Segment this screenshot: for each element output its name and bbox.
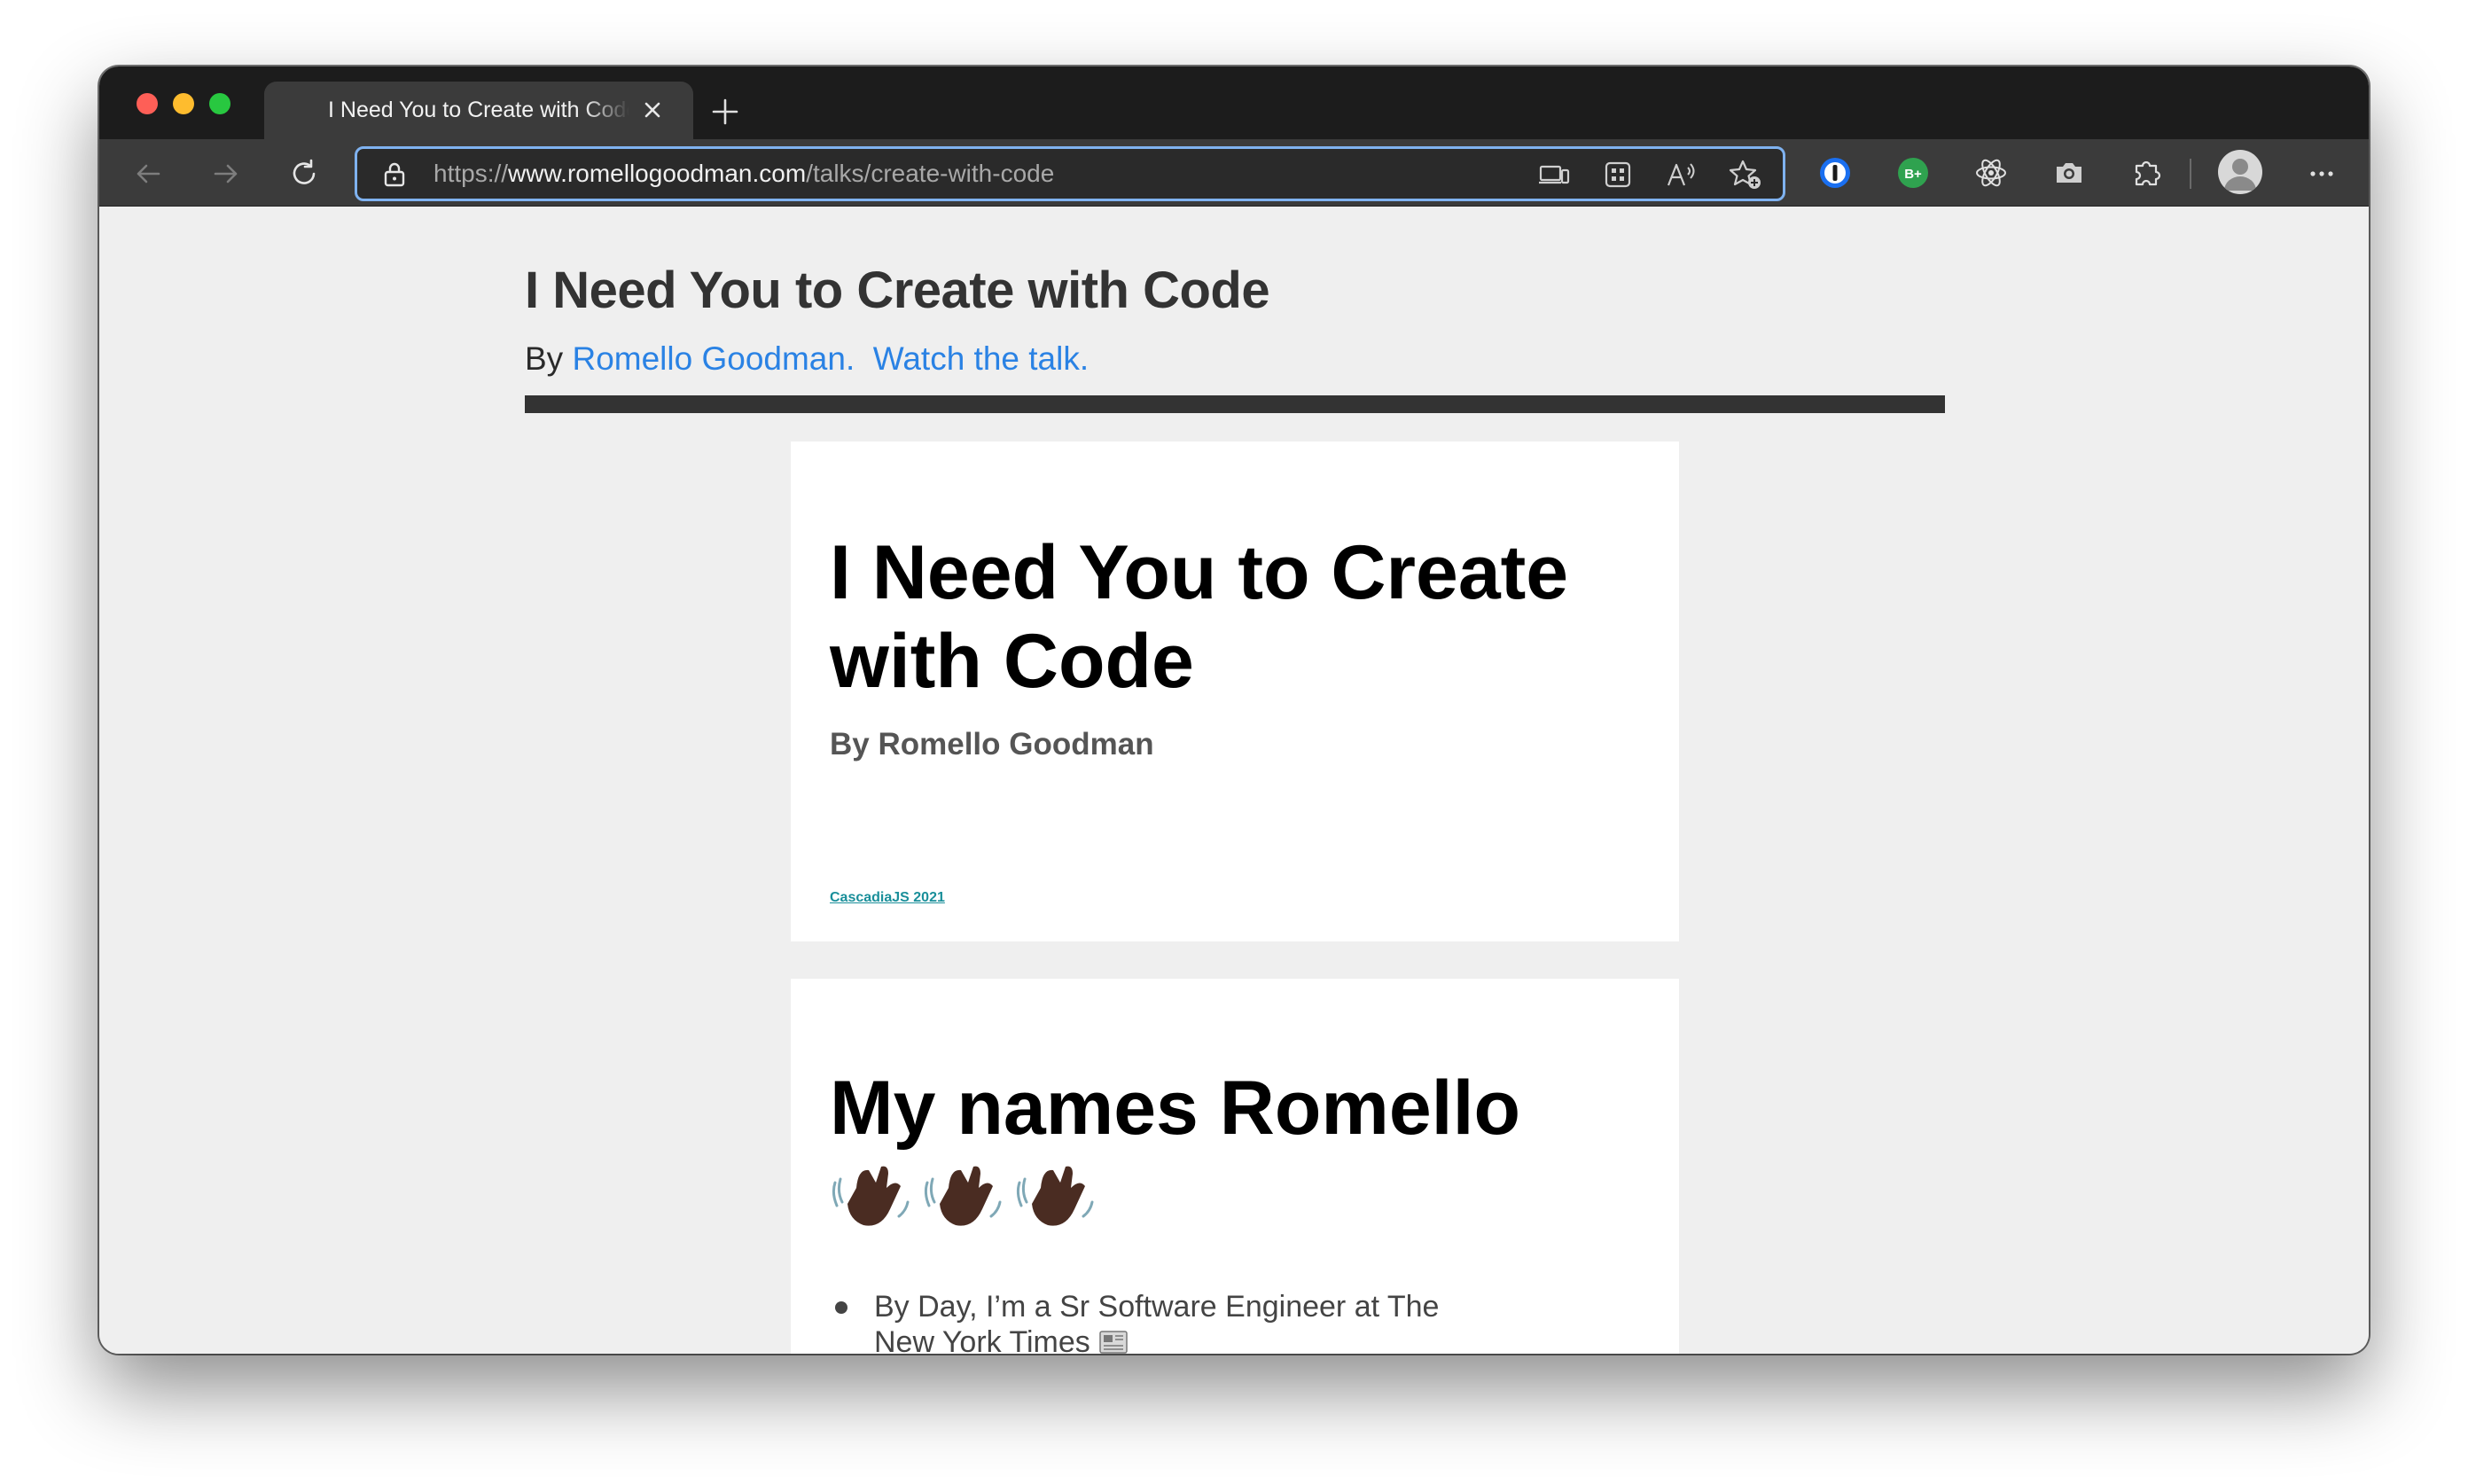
slide-card: My names Romello By Day, I’m a Sr Softwa… (791, 979, 1679, 1354)
svg-text:B+: B+ (1904, 167, 1922, 182)
browser-toolbar: https://www.romellogoodman.com/talks/cre… (99, 139, 2369, 207)
waving-hand-icon (1016, 1166, 1094, 1226)
react-devtools-icon (1976, 159, 2006, 187)
plus-icon (712, 98, 738, 125)
slide-subtitle: By Romello Goodman (830, 727, 1154, 762)
reload-icon (293, 159, 316, 184)
new-tab-button[interactable] (699, 88, 752, 134)
list-item-text: By Day, I’m a Sr Software Engineer at Th… (874, 1290, 1440, 1354)
camera-icon (2057, 163, 2081, 183)
web-page: I Need You to Create with Code By Romell… (99, 207, 2369, 1354)
slide-card: I Need You to Create with Code By Romell… (791, 441, 1679, 941)
byline: By Romello Goodman. Watch the talk. (525, 340, 1089, 378)
url-host: www.romellogoodman.com (508, 160, 807, 187)
app-available-icon[interactable] (1600, 157, 1636, 192)
screenshot-extension[interactable] (2048, 152, 2090, 194)
arrow-right-icon (214, 164, 238, 184)
devices-icon (1539, 165, 1570, 184)
address-url: https://www.romellogoodman.com/talks/cre… (433, 149, 1054, 199)
close-icon (644, 102, 660, 118)
close-window-button[interactable] (137, 93, 158, 114)
waving-hand-icon (924, 1166, 1002, 1226)
device-icon[interactable] (1536, 157, 1572, 192)
star-add-icon (1729, 160, 1761, 189)
page-title: I Need You to Create with Code (525, 262, 1270, 319)
browser-window: I Need You to Create with Code https://w… (99, 66, 2369, 1354)
arrow-left-icon (137, 164, 160, 184)
list-item: By Day, I’m a Sr Software Engineer at Th… (874, 1289, 1441, 1354)
grid-apps-icon (1605, 161, 1631, 188)
newspaper-icon (1099, 1331, 1128, 1354)
slide-title: My names Romello (830, 1066, 1520, 1151)
author-link[interactable]: Romello Goodman. (572, 340, 855, 377)
grammar-extension[interactable]: B+ (1892, 152, 1934, 194)
ellipsis-icon (2310, 171, 2333, 176)
url-scheme: https:// (433, 160, 509, 187)
read-aloud-button[interactable] (1664, 157, 1699, 192)
waving-hands (830, 1152, 1097, 1241)
back-button[interactable] (124, 150, 172, 198)
extensions-button[interactable] (2126, 152, 2168, 194)
slide-title: I Need You to Create with Code (830, 530, 1569, 704)
grammar-extension-icon: B+ (1898, 158, 1928, 188)
1password-icon (1820, 158, 1850, 188)
read-aloud-icon (1667, 163, 1695, 186)
bullet-marker (835, 1301, 847, 1314)
watch-talk-link[interactable]: Watch the talk. (873, 340, 1089, 377)
url-path: /talks/create-with-code (806, 160, 1055, 187)
more-menu-button[interactable] (2298, 150, 2346, 198)
lock-icon[interactable] (382, 161, 407, 188)
waving-hand-icon (832, 1166, 910, 1226)
react-devtools-extension[interactable] (1970, 152, 2012, 194)
add-favorite-button[interactable] (1728, 157, 1763, 192)
forward-button[interactable] (202, 150, 250, 198)
byline-prefix: By (525, 340, 564, 377)
tab-title: I Need You to Create with Code (328, 98, 629, 122)
avatar-icon (2224, 159, 2256, 191)
toolbar-divider (2190, 159, 2191, 189)
extensions-puzzle-icon (2135, 160, 2161, 186)
tab-close-button[interactable] (642, 99, 663, 121)
reload-button[interactable] (280, 150, 328, 198)
tab-active[interactable]: I Need You to Create with Code (264, 82, 693, 139)
event-link[interactable]: CascadiaJS 2021 (830, 890, 945, 906)
1password-extension[interactable] (1814, 152, 1856, 194)
maximize-window-button[interactable] (209, 93, 230, 114)
minimize-window-button[interactable] (173, 93, 194, 114)
header-divider (525, 395, 1945, 413)
tab-strip: I Need You to Create with Code (99, 66, 2369, 139)
address-bar[interactable]: https://www.romellogoodman.com/talks/cre… (355, 146, 1785, 201)
profile-avatar-button[interactable] (2218, 150, 2262, 194)
